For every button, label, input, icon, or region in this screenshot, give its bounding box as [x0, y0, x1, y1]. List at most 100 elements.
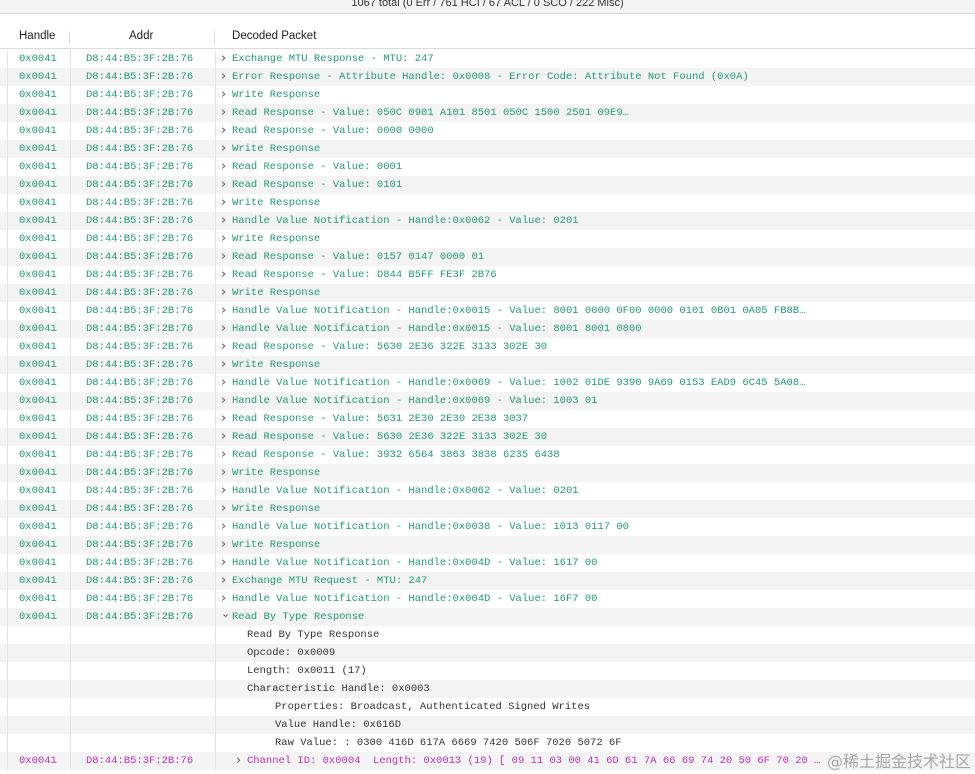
chevron-right-icon[interactable]: ›: [221, 428, 231, 446]
chevron-right-icon[interactable]: ›: [221, 50, 231, 68]
column-gridline: [70, 176, 71, 194]
chevron-right-icon[interactable]: ›: [221, 518, 231, 536]
table-row[interactable]: 0x0041 D8:44:B5:3F:2B:76 › Read Response - …: [0, 158, 975, 176]
table-row[interactable]: 0x0041 D8:44:B5:3F:2B:76 › Handle Value Not…: [0, 212, 975, 230]
chevron-right-icon[interactable]: ›: [221, 374, 231, 392]
chevron-right-icon[interactable]: ›: [221, 302, 231, 320]
chevron-right-icon[interactable]: ›: [221, 356, 231, 374]
column-gridline: [215, 698, 216, 716]
chevron-right-icon[interactable]: ›: [221, 104, 231, 122]
chevron-right-icon[interactable]: ›: [221, 284, 231, 302]
table-row[interactable]: 0x0041 D8:44:B5:3F:2B:76 › Write Response: [0, 140, 975, 158]
column-header-decoded-packet[interactable]: Decoded Packet: [232, 30, 316, 42]
row-gutter: [7, 608, 8, 626]
chevron-right-icon[interactable]: ›: [221, 464, 231, 482]
column-gridline: [215, 122, 216, 140]
column-gridline: [215, 320, 216, 338]
decoded-packet-cell: Exchange MTU Response - MTU: 247: [232, 53, 434, 65]
table-row[interactable]: 0x0041 D8:44:B5:3F:2B:76 › Handle Value Not…: [0, 590, 975, 608]
chevron-right-icon[interactable]: ›: [221, 194, 231, 212]
chevron-right-icon[interactable]: ›: [221, 500, 231, 518]
chevron-right-icon[interactable]: ›: [221, 140, 231, 158]
table-row[interactable]: 0x0041 D8:44:B5:3F:2B:76 › Read Response - …: [0, 338, 975, 356]
row-gutter: [7, 572, 8, 590]
chevron-right-icon[interactable]: ›: [221, 536, 231, 554]
table-row[interactable]: 0x0041 D8:44:B5:3F:2B:76 › Exchange MTU Res…: [0, 50, 975, 68]
table-row[interactable]: 0x0041 D8:44:B5:3F:2B:76 › Write Response: [0, 500, 975, 518]
chevron-right-icon[interactable]: ›: [221, 248, 231, 266]
table-row[interactable]: 0x0041 D8:44:B5:3F:2B:76 › Read Response - …: [0, 410, 975, 428]
column-gridline: [70, 482, 71, 500]
detail-row: Value Handle: 0x616D: [0, 716, 975, 734]
table-row[interactable]: 0x0041 D8:44:B5:3F:2B:76 › Read Response - …: [0, 248, 975, 266]
chevron-right-icon[interactable]: ›: [221, 572, 231, 590]
table-row[interactable]: 0x0041 D8:44:B5:3F:2B:76 › Handle Value Not…: [0, 392, 975, 410]
table-row[interactable]: 0x0041 D8:44:B5:3F:2B:76 › Read Response - …: [0, 266, 975, 284]
column-divider[interactable]: [69, 31, 70, 45]
addr-cell: D8:44:B5:3F:2B:76: [86, 71, 194, 83]
chevron-right-icon[interactable]: ›: [221, 266, 231, 284]
column-gridline: [70, 590, 71, 608]
table-row[interactable]: 0x0041 D8:44:B5:3F:2B:76 › Handle Value Not…: [0, 320, 975, 338]
handle-cell: 0x0041: [19, 89, 57, 101]
table-row[interactable]: 0x0041 D8:44:B5:3F:2B:76 › Read Response - …: [0, 446, 975, 464]
table-row[interactable]: 0x0041 D8:44:B5:3F:2B:76 › Handle Value Not…: [0, 302, 975, 320]
chevron-right-icon[interactable]: ›: [236, 752, 246, 770]
row-gutter: [7, 518, 8, 536]
chevron-right-icon[interactable]: ›: [221, 446, 231, 464]
chevron-right-icon[interactable]: ›: [221, 320, 231, 338]
column-gridline: [70, 500, 71, 518]
chevron-down-icon[interactable]: ⌄: [221, 605, 231, 623]
addr-cell: D8:44:B5:3F:2B:76: [86, 449, 194, 461]
table-row[interactable]: 0x0041 D8:44:B5:3F:2B:76 › Handle Value Not…: [0, 374, 975, 392]
column-gridline: [215, 554, 216, 572]
table-row[interactable]: 0x0041 D8:44:B5:3F:2B:76 ⌄ Read By Type Res…: [0, 605, 975, 626]
table-row[interactable]: 0x0041 D8:44:B5:3F:2B:76 › Write Response: [0, 230, 975, 248]
column-gridline: [215, 194, 216, 212]
table-row[interactable]: 0x0041 D8:44:B5:3F:2B:76 › Read Response - …: [0, 122, 975, 140]
chevron-right-icon[interactable]: ›: [221, 68, 231, 86]
column-header-addr[interactable]: Addr: [129, 30, 153, 42]
table-row[interactable]: 0x0041 D8:44:B5:3F:2B:76 › Write Response: [0, 464, 975, 482]
decoded-packet-cell: Handle Value Notification - Handle:0x003…: [232, 521, 629, 533]
row-gutter: [7, 140, 8, 158]
table-row[interactable]: 0x0041 D8:44:B5:3F:2B:76 › Error Response -…: [0, 68, 975, 86]
column-gridline: [70, 320, 71, 338]
column-header-handle[interactable]: Handle: [19, 30, 55, 42]
chevron-right-icon[interactable]: ›: [221, 410, 231, 428]
column-divider[interactable]: [214, 31, 215, 45]
chevron-right-icon[interactable]: ›: [221, 482, 231, 500]
column-gridline: [215, 428, 216, 446]
chevron-right-icon[interactable]: ›: [221, 392, 231, 410]
table-row[interactable]: 0x0041 D8:44:B5:3F:2B:76 › Handle Value Not…: [0, 518, 975, 536]
table-row[interactable]: 0x0041 D8:44:B5:3F:2B:76 › Handle Value Not…: [0, 482, 975, 500]
handle-cell: 0x0041: [19, 179, 57, 191]
table-row[interactable]: 0x0041 D8:44:B5:3F:2B:76 › Handle Value Not…: [0, 554, 975, 572]
table-row[interactable]: 0x0041 D8:44:B5:3F:2B:76 › Write Response: [0, 194, 975, 212]
chevron-right-icon[interactable]: ›: [221, 86, 231, 104]
table-row[interactable]: 0x0041 D8:44:B5:3F:2B:76 › Exchange MTU Req…: [0, 572, 975, 590]
table-row[interactable]: 0x0041 D8:44:B5:3F:2B:76 › Read Response - …: [0, 104, 975, 122]
table-row[interactable]: 0x0041 D8:44:B5:3F:2B:76 › Write Response: [0, 284, 975, 302]
table-row[interactable]: 0x0041 D8:44:B5:3F:2B:76 › Write Response: [0, 356, 975, 374]
handle-cell: 0x0041: [19, 53, 57, 65]
column-gridline: [70, 698, 71, 716]
chevron-right-icon[interactable]: ›: [221, 338, 231, 356]
chevron-right-icon[interactable]: ›: [221, 230, 231, 248]
chevron-right-icon[interactable]: ›: [221, 122, 231, 140]
column-gridline: [215, 410, 216, 428]
chevron-right-icon[interactable]: ›: [221, 176, 231, 194]
table-row[interactable]: 0x0041 D8:44:B5:3F:2B:76 › Read Response - …: [0, 176, 975, 194]
column-gridline: [215, 644, 216, 662]
table-row[interactable]: 0x0041 D8:44:B5:3F:2B:76 › Read Response - …: [0, 428, 975, 446]
chevron-right-icon[interactable]: ›: [221, 554, 231, 572]
decoded-packet-cell: Handle Value Notification - Handle:0x006…: [232, 215, 579, 227]
chevron-right-icon[interactable]: ›: [221, 212, 231, 230]
table-row[interactable]: 0x0041 D8:44:B5:3F:2B:76 › Write Response: [0, 86, 975, 104]
column-gridline: [70, 518, 71, 536]
chevron-right-icon[interactable]: ›: [221, 158, 231, 176]
column-gridline: [215, 338, 216, 356]
column-gridline: [70, 356, 71, 374]
addr-cell: D8:44:B5:3F:2B:76: [86, 269, 194, 281]
table-row[interactable]: 0x0041 D8:44:B5:3F:2B:76 › Write Response: [0, 536, 975, 554]
